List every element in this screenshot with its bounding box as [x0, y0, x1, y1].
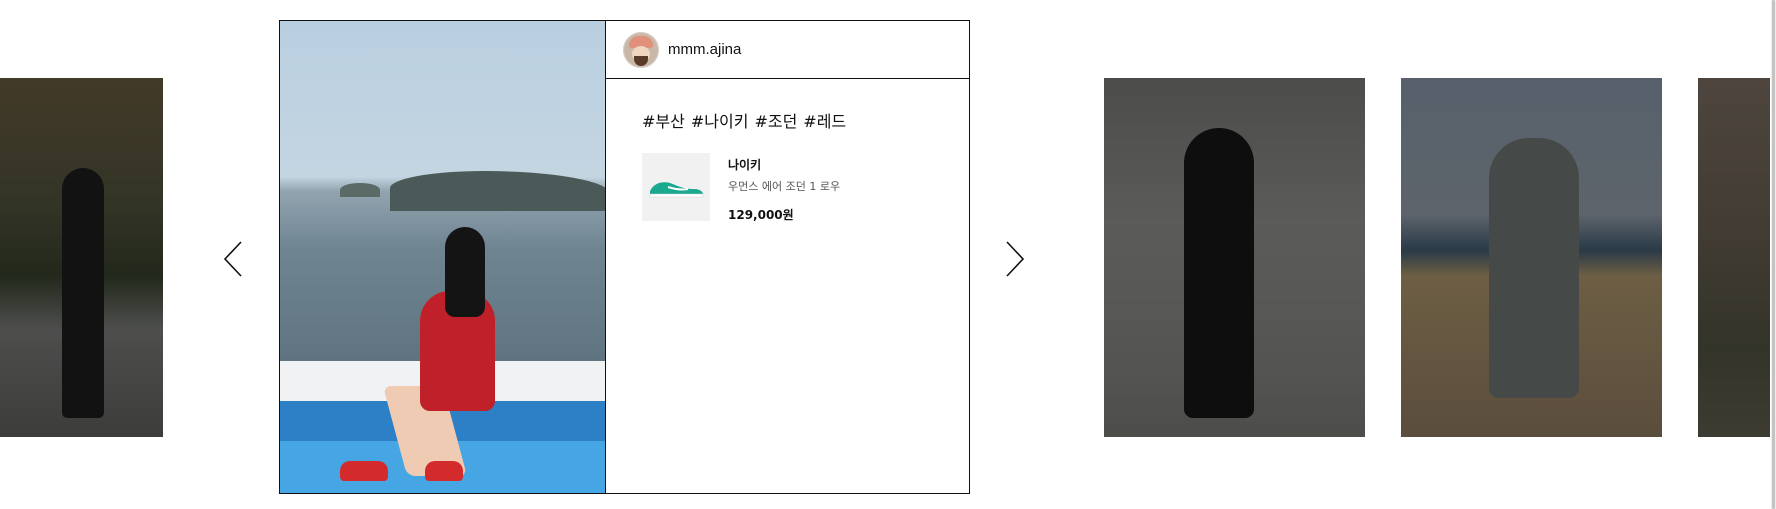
- post-info-panel: mmm.ajina #부산 #나이키 #조던 #레드 나이키 우먼스 에어 조던 1 …: [606, 21, 969, 493]
- hashtag-list: #부산 #나이키 #조던 #레드: [642, 108, 852, 132]
- dim-overlay: [1104, 78, 1365, 437]
- dim-overlay: [0, 78, 163, 437]
- sneaker-icon: [649, 182, 704, 198]
- dim-overlay: [1698, 78, 1770, 437]
- chevron-left-icon: [223, 241, 242, 277]
- mountain-shape: [390, 171, 605, 211]
- carousel-thumbnail-prev[interactable]: [0, 78, 163, 437]
- post-header: mmm.ajina: [606, 21, 969, 79]
- model-shoe: [340, 461, 388, 481]
- carousel-thumbnail-next[interactable]: [1698, 78, 1770, 437]
- product-brand: 나이키: [728, 158, 762, 172]
- tagged-product[interactable]: 나이키 우먼스 에어 조던 1 로우 129,000원: [642, 153, 840, 223]
- username[interactable]: mmm.ajina: [668, 41, 741, 58]
- dim-overlay: [1401, 78, 1662, 437]
- product-details: 나이키 우먼스 에어 조던 1 로우 129,000원: [728, 153, 840, 223]
- post-photo[interactable]: [280, 21, 606, 493]
- carousel-next-button[interactable]: [994, 236, 1034, 282]
- carousel-thumbnail[interactable]: [1401, 78, 1662, 437]
- carousel-thumbnail[interactable]: [1104, 78, 1365, 437]
- hashtag[interactable]: #부산: [642, 112, 685, 131]
- model-hair: [445, 227, 485, 317]
- product-thumbnail[interactable]: [642, 153, 710, 221]
- chevron-right-icon: [1006, 241, 1025, 277]
- carousel-prev-button[interactable]: [214, 236, 254, 282]
- hashtag[interactable]: #레드: [803, 112, 846, 131]
- hashtag[interactable]: #나이키: [691, 112, 749, 131]
- model-shoe: [425, 461, 463, 481]
- product-name: 우먼스 에어 조던 1 로우: [728, 180, 841, 193]
- island-shape: [340, 183, 380, 197]
- avatar[interactable]: [623, 31, 659, 68]
- scrollbar[interactable]: [1771, 0, 1776, 509]
- featured-post-card: mmm.ajina #부산 #나이키 #조던 #레드 나이키 우먼스 에어 조던 1 …: [279, 20, 970, 494]
- product-price: 129,000원: [728, 208, 794, 222]
- hashtag[interactable]: #조던: [754, 112, 797, 131]
